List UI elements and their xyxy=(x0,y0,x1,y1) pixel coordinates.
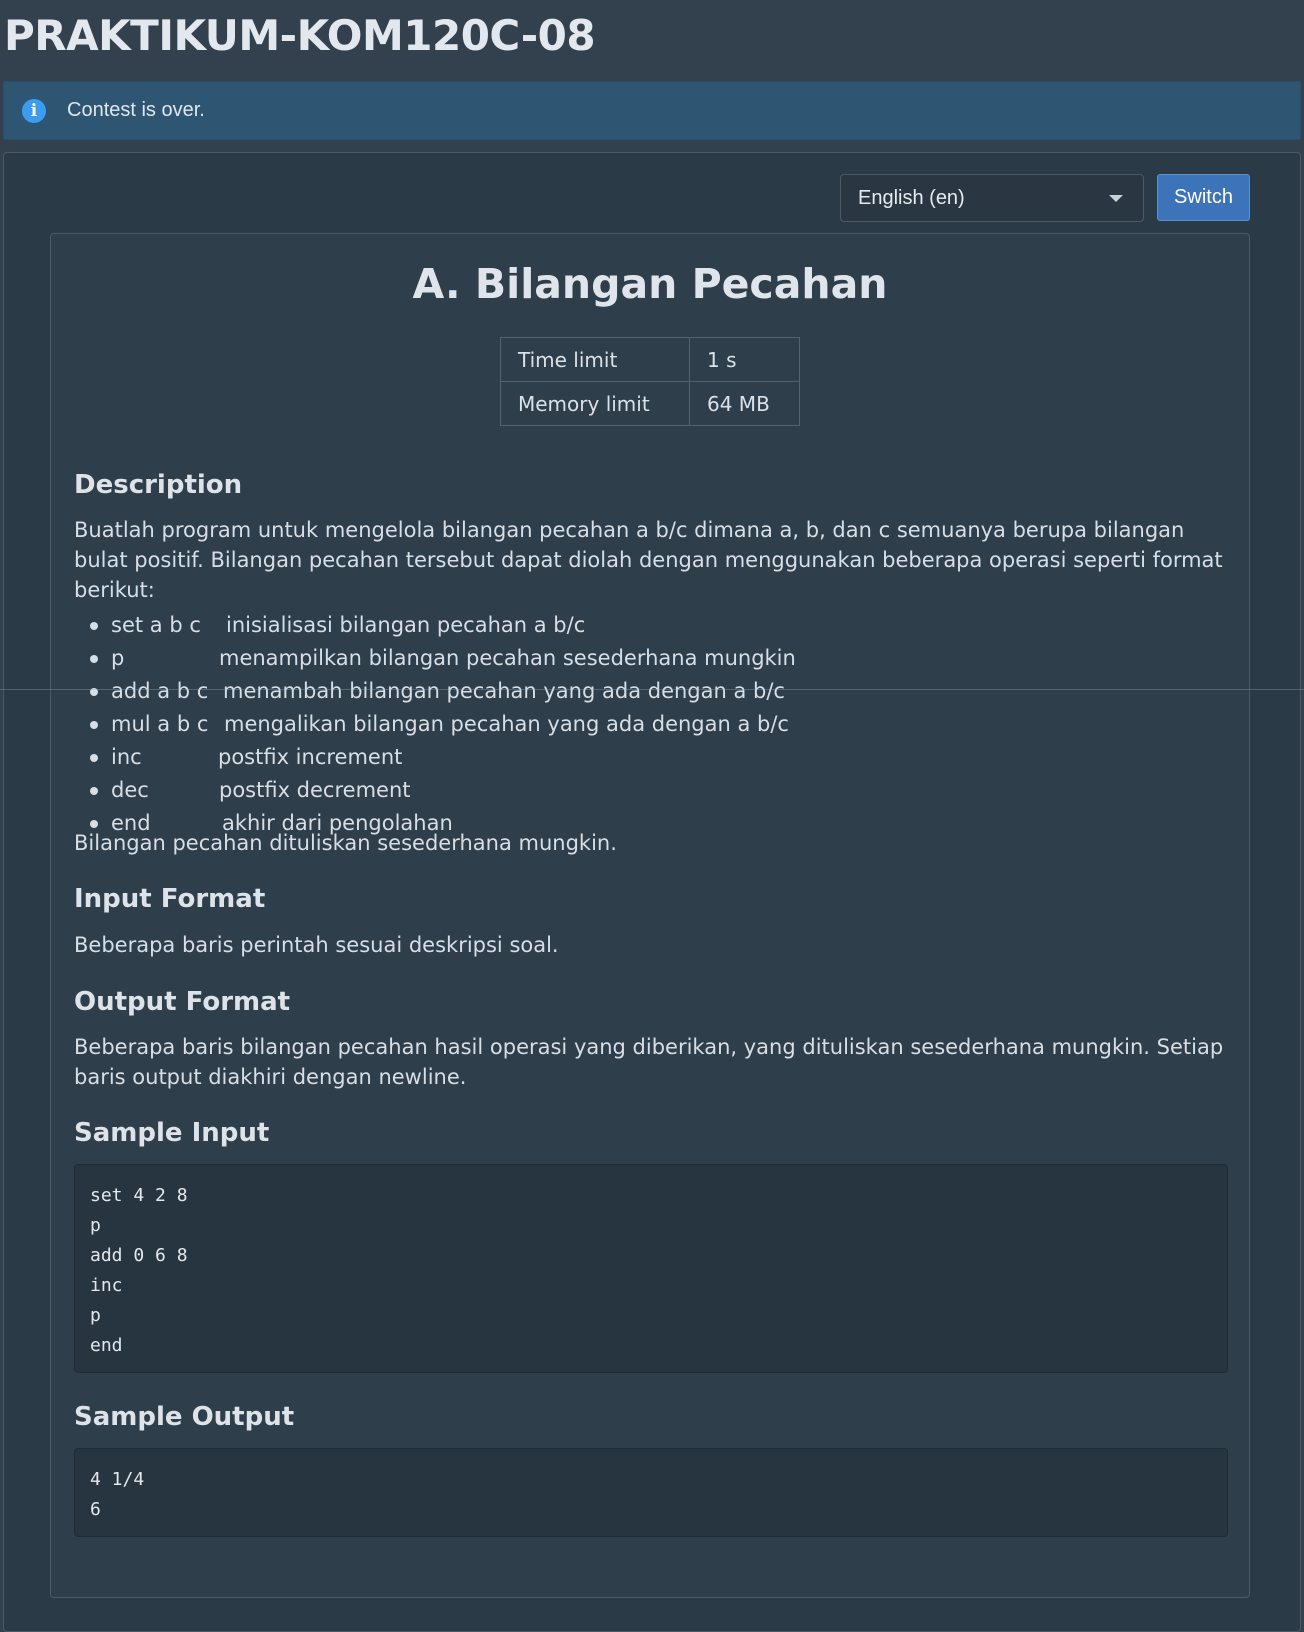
operation-command: inc xyxy=(111,745,142,769)
operation-command: p xyxy=(111,646,125,670)
operation-command: set a b c xyxy=(111,613,201,637)
page-title: PRAKTIKUM-KOM120C-08 xyxy=(4,11,596,60)
memory-limit-value: 64 MB xyxy=(689,381,800,426)
description-heading: Description xyxy=(74,470,243,500)
operation-command: dec xyxy=(111,778,149,802)
output-format-heading: Output Format xyxy=(74,987,291,1017)
input-format-heading: Input Format xyxy=(74,884,266,914)
input-format-text: Beberapa baris perintah sesuai deskripsi… xyxy=(74,933,559,957)
sample-input-code: set 4 2 8 p add 0 6 8 inc p end xyxy=(74,1164,1228,1373)
description-intro: Buatlah program untuk mengelola bilangan… xyxy=(74,518,1223,602)
operation-description: menambah bilangan pecahan yang ada denga… xyxy=(223,679,785,703)
contest-status-alert: i Contest is over. xyxy=(3,81,1301,140)
problem-title: A. Bilangan Pecahan xyxy=(412,260,888,308)
alert-text: Contest is over. xyxy=(67,99,205,121)
divider-line xyxy=(0,689,1304,690)
bullet xyxy=(90,655,98,663)
output-format-text: Beberapa baris bilangan pecahan hasil op… xyxy=(74,1035,1224,1089)
operation-command: add a b c xyxy=(111,679,209,703)
sample-output-code: 4 1/4 6 xyxy=(74,1448,1228,1537)
language-select[interactable]: English (en) xyxy=(840,174,1144,222)
sample-input-heading: Sample Input xyxy=(74,1118,270,1148)
language-selected-value: English (en) xyxy=(858,186,965,209)
operation-description: postfix decrement xyxy=(219,778,411,802)
switch-language-button[interactable]: Switch xyxy=(1157,174,1250,221)
bullet xyxy=(90,721,98,729)
operation-description: mengalikan bilangan pecahan yang ada den… xyxy=(224,712,789,736)
table-row: Time limit 1 s xyxy=(500,337,800,382)
bullet xyxy=(90,787,98,795)
info-icon: i xyxy=(22,98,46,123)
operation-description: postfix increment xyxy=(218,745,403,769)
bullet xyxy=(90,754,98,762)
caret-down-icon xyxy=(1109,195,1123,202)
time-limit-label: Time limit xyxy=(500,337,690,382)
sample-output-heading: Sample Output xyxy=(74,1402,295,1432)
problem-statement: A. Bilangan Pecahan Time limit 1 s Memor… xyxy=(50,233,1250,1598)
table-row: Memory limit 64 MB xyxy=(500,381,800,426)
bullet xyxy=(90,820,98,828)
time-limit-value: 1 s xyxy=(689,337,800,382)
limits-table: Time limit 1 s Memory limit 64 MB xyxy=(500,337,800,426)
description-closing: Bilangan pecahan dituliskan sesederhana … xyxy=(74,831,617,855)
bullet xyxy=(90,622,98,630)
operation-description: inisialisasi bilangan pecahan a b/c xyxy=(226,613,586,637)
operation-command: mul a b c xyxy=(111,712,209,736)
memory-limit-label: Memory limit xyxy=(500,381,690,426)
operation-description: menampilkan bilangan pecahan sesederhana… xyxy=(219,646,796,670)
